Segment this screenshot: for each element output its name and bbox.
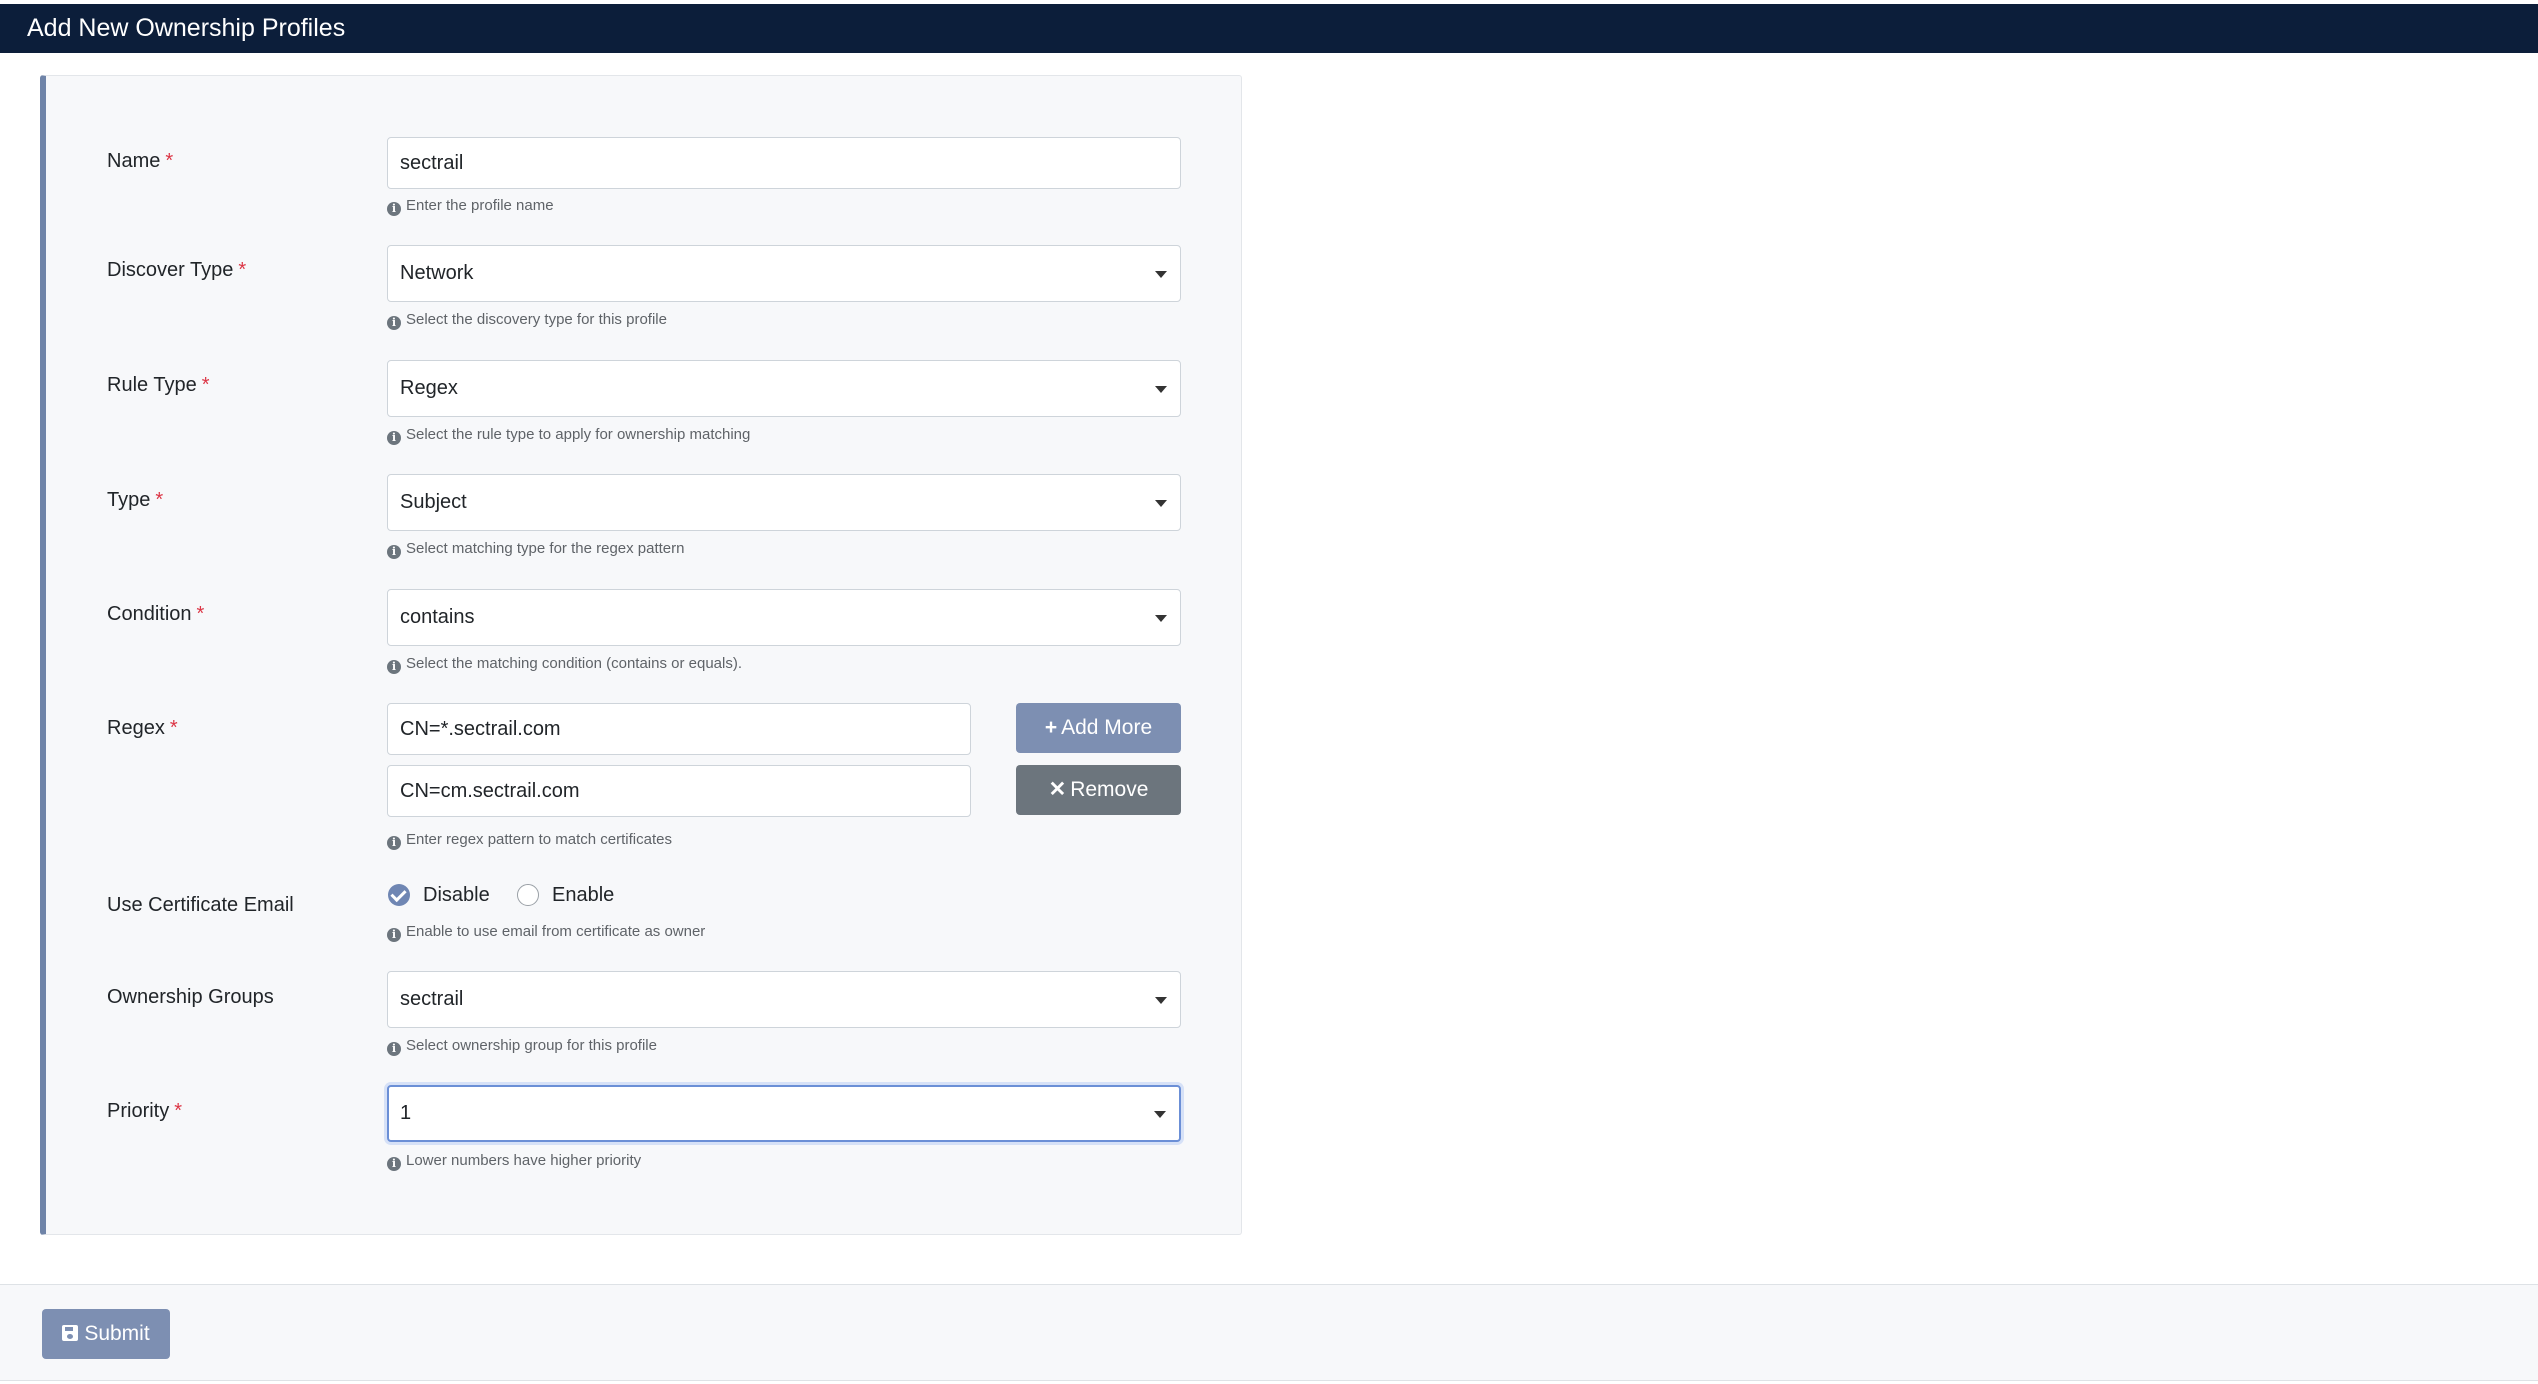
page-header: Add New Ownership Profiles [0, 4, 2538, 53]
type-help: i Select matching type for the regex patt… [387, 540, 685, 559]
caret-down-icon [1154, 1110, 1166, 1118]
submit-button[interactable]: Submit [42, 1309, 170, 1359]
x-icon: ✕ [1048, 778, 1067, 801]
plus-icon: + [1044, 716, 1058, 739]
discover-type-label: Discover Type * [107, 259, 247, 281]
add-more-label: Add More [1061, 716, 1153, 739]
info-circle-icon: i [387, 1042, 401, 1056]
submit-label: Submit [84, 1322, 150, 1345]
priority-select[interactable]: 1 [387, 1085, 1181, 1142]
remove-label: Remove [1070, 778, 1149, 801]
priority-value: 1 [400, 1102, 412, 1124]
caret-down-icon [1155, 270, 1167, 278]
type-select[interactable]: Subject [387, 474, 1181, 531]
priority-label: Priority * [107, 1100, 183, 1122]
required-mark: * [155, 489, 164, 511]
enable-radio-label[interactable]: Enable [552, 884, 614, 907]
discover-type-value: Network [400, 262, 474, 284]
info-circle-icon: i [387, 836, 401, 850]
info-circle-icon: i [387, 316, 401, 330]
use-certificate-email-help: i Enable to use email from certificate as… [387, 923, 705, 942]
caret-down-icon [1155, 996, 1167, 1004]
required-mark: * [196, 603, 205, 625]
name-help: i Enter the profile name [387, 197, 554, 216]
priority-help: i Lower numbers have higher priority [387, 1152, 641, 1171]
condition-help: i Select the matching condition (contains… [387, 655, 742, 674]
regex-help: i Enter regex pattern to match certificat… [387, 831, 672, 850]
discover-type-select[interactable]: Network [387, 245, 1181, 302]
required-mark: * [165, 150, 174, 172]
rule-type-label: Rule Type * [107, 374, 210, 396]
info-circle-icon: i [387, 431, 401, 445]
disable-radio-label[interactable]: Disable [423, 884, 490, 907]
ownership-groups-label: Ownership Groups [107, 986, 274, 1008]
type-label: Type * [107, 489, 164, 511]
floppy-disk-icon [62, 1325, 79, 1341]
caret-down-icon [1155, 499, 1167, 507]
info-circle-icon: i [387, 1157, 401, 1171]
regex-label: Regex * [107, 717, 178, 739]
regex-input-1[interactable]: CN=*.sectrail.com [387, 703, 971, 755]
info-circle-icon: i [387, 545, 401, 559]
regex-input-2[interactable]: CN=cm.sectrail.com [387, 765, 971, 817]
type-value: Subject [400, 491, 467, 513]
name-label: Name * [107, 150, 174, 172]
required-mark: * [238, 259, 247, 281]
ownership-groups-select[interactable]: sectrail [387, 971, 1181, 1028]
name-input[interactable]: sectrail [387, 137, 1181, 189]
ownership-groups-value: sectrail [400, 988, 464, 1010]
caret-down-icon [1155, 385, 1167, 393]
rule-type-select[interactable]: Regex [387, 360, 1181, 417]
rule-type-value: Regex [400, 377, 458, 399]
condition-label: Condition * [107, 603, 205, 625]
add-more-button[interactable]: + Add More [1016, 703, 1181, 753]
discover-type-help: i Select the discovery type for this prof… [387, 311, 667, 330]
required-mark: * [201, 374, 210, 396]
disable-radio[interactable] [388, 884, 410, 906]
condition-select[interactable]: contains [387, 589, 1181, 646]
use-certificate-email-label: Use Certificate Email [107, 894, 294, 916]
info-circle-icon: i [387, 928, 401, 942]
ownership-groups-help: i Select ownership group for this profile [387, 1037, 657, 1056]
required-mark: * [169, 717, 178, 739]
info-circle-icon: i [387, 660, 401, 674]
caret-down-icon [1155, 614, 1167, 622]
enable-radio[interactable] [517, 884, 539, 906]
rule-type-help: i Select the rule type to apply for owner… [387, 426, 750, 445]
form-footer: Submit [0, 1284, 2538, 1381]
condition-value: contains [400, 606, 475, 628]
required-mark: * [174, 1100, 183, 1122]
info-circle-icon: i [387, 202, 401, 216]
remove-button[interactable]: ✕ Remove [1016, 765, 1181, 815]
page-title: Add New Ownership Profiles [27, 14, 346, 42]
